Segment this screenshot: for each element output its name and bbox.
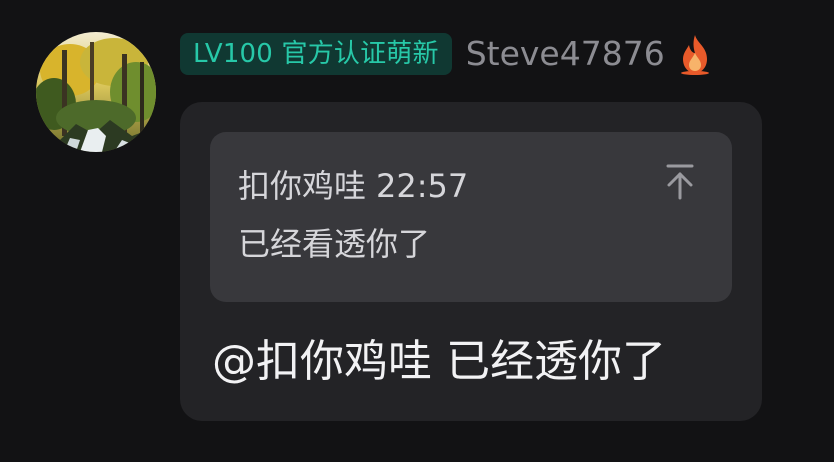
level-badge[interactable]: LV100 官方认证萌新	[180, 33, 452, 75]
mention-link[interactable]: @扣你鸡哇	[212, 336, 432, 387]
message-bubble[interactable]: 扣你鸡哇 22:57 已经看透你了 @扣你鸡哇 已经透你了	[180, 102, 762, 421]
quoted-message[interactable]: 扣你鸡哇 22:57 已经看透你了	[210, 132, 732, 302]
message-header: LV100 官方认证萌新 Steve47876	[180, 32, 713, 76]
forest-waterfall-avatar-icon	[36, 32, 156, 152]
quoted-header: 扣你鸡哇 22:57	[238, 166, 468, 206]
username[interactable]: Steve47876	[466, 32, 665, 76]
user-avatar[interactable]	[36, 32, 156, 152]
message-body: 已经透你了	[446, 336, 666, 387]
flame-icon	[677, 33, 713, 75]
chat-message-screen: LV100 官方认证萌新 Steve47876 扣你鸡哇 22:57 已经看透你了	[0, 0, 834, 462]
quoted-time: 22:57	[376, 167, 469, 205]
message-text: @扣你鸡哇 已经透你了	[212, 334, 666, 390]
quoted-author: 扣你鸡哇	[238, 167, 367, 205]
quoted-text: 已经看透你了	[238, 225, 431, 263]
jump-to-top-icon[interactable]	[662, 162, 698, 202]
